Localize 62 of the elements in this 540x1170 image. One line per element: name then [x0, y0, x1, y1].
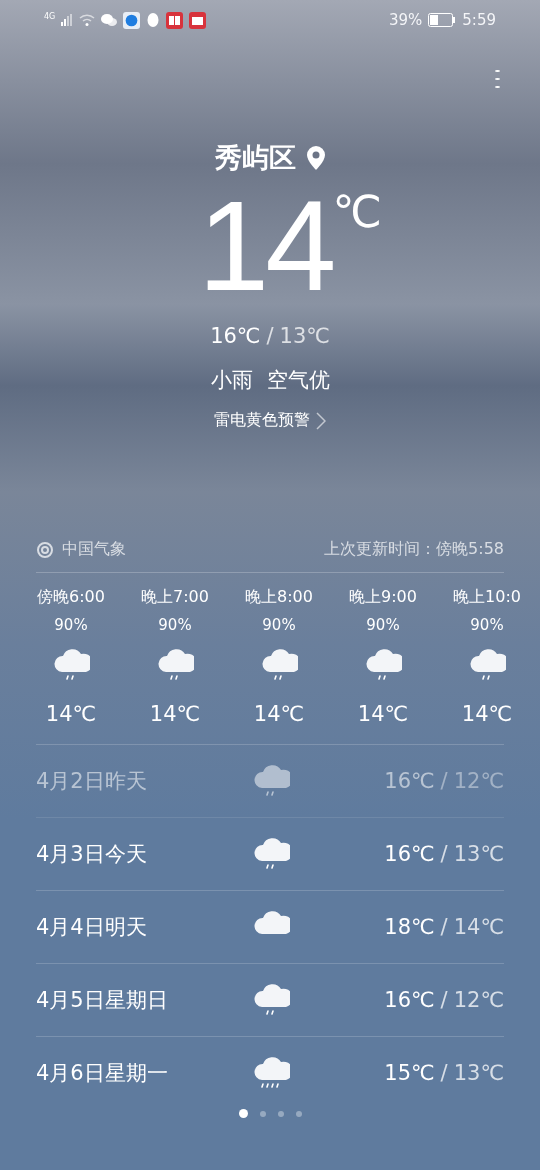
day-high-temperature: 16℃	[384, 988, 435, 1012]
day-low-temperature: 12℃	[453, 769, 504, 793]
rain-chance: 90%	[366, 616, 400, 634]
day-low-temperature: 13℃	[453, 1061, 504, 1085]
day-date: 4月5日星期日	[36, 987, 169, 1014]
book-app-icon	[166, 11, 184, 29]
temperature-unit: ℃	[332, 186, 382, 237]
day-low-temperature: 14℃	[453, 915, 504, 939]
location-name: 秀屿区	[214, 141, 296, 175]
chat-icon	[101, 13, 118, 27]
day-date: 4月6日星期一	[36, 1060, 169, 1087]
day-date: 4月3日今天	[36, 841, 148, 868]
low-temperature: 13℃	[279, 324, 330, 348]
air-quality: 空气优	[266, 367, 330, 394]
day-low-temperature: 13℃	[453, 842, 504, 866]
weather-alert-link[interactable]: 雷电黄色预警	[214, 410, 326, 431]
hour-temperature: 14℃	[461, 702, 513, 726]
page-indicator-dot[interactable]	[238, 1109, 248, 1118]
range-separator: /	[440, 1061, 448, 1085]
rain-chance: 90%	[470, 616, 504, 634]
hour-time: 晚上8:00	[245, 587, 313, 608]
clock-time: 5:59	[462, 11, 496, 29]
wifi-icon	[79, 14, 96, 26]
data-source: 中国气象	[62, 539, 126, 560]
current-temperature: 14	[198, 182, 333, 310]
location-pin-icon	[305, 146, 326, 170]
battery-percent: 39%	[388, 11, 423, 29]
hour-time: 晚上9:00	[349, 587, 417, 608]
rain-chance: 90%	[262, 616, 296, 634]
page-indicator-dot[interactable]	[277, 1110, 284, 1117]
calendar-app-icon	[189, 11, 207, 29]
chevron-right-icon	[316, 411, 326, 430]
rain-chance: 90%	[158, 616, 192, 634]
page-indicator-dot[interactable]	[259, 1110, 266, 1117]
range-separator: /	[440, 915, 448, 939]
last-updated-time: 上次更新时间：傍晚5:58	[324, 539, 504, 560]
hour-time: 晚上7:00	[141, 587, 209, 608]
page-indicator-dot[interactable]	[295, 1110, 302, 1117]
hour-temperature: 14℃	[253, 702, 305, 726]
hour-temperature: 14℃	[149, 702, 201, 726]
day-high-temperature: 18℃	[384, 915, 435, 939]
hour-time: 傍晚6:00	[37, 587, 105, 608]
signal-icon	[61, 14, 74, 26]
app-notification-icon	[123, 11, 141, 29]
hour-time: 晚上10:0	[453, 587, 521, 608]
range-separator: /	[440, 842, 448, 866]
day-high-temperature: 16℃	[384, 842, 435, 866]
hour-temperature: 14℃	[357, 702, 409, 726]
day-date: 4月2日昨天	[36, 768, 148, 795]
battery-icon	[428, 13, 457, 27]
hour-temperature: 14℃	[45, 702, 97, 726]
range-separator: /	[440, 769, 448, 793]
day-high-temperature: 16℃	[384, 769, 435, 793]
network-type: 4G	[44, 12, 56, 21]
rain-chance: 90%	[54, 616, 88, 634]
day-low-temperature: 12℃	[453, 988, 504, 1012]
day-date: 4月4日明天	[36, 914, 148, 941]
high-temperature: 16℃	[210, 324, 261, 348]
range-separator: /	[266, 324, 274, 348]
range-separator: /	[440, 988, 448, 1012]
weather-condition: 小雨	[210, 367, 253, 394]
day-high-temperature: 15℃	[384, 1061, 435, 1085]
